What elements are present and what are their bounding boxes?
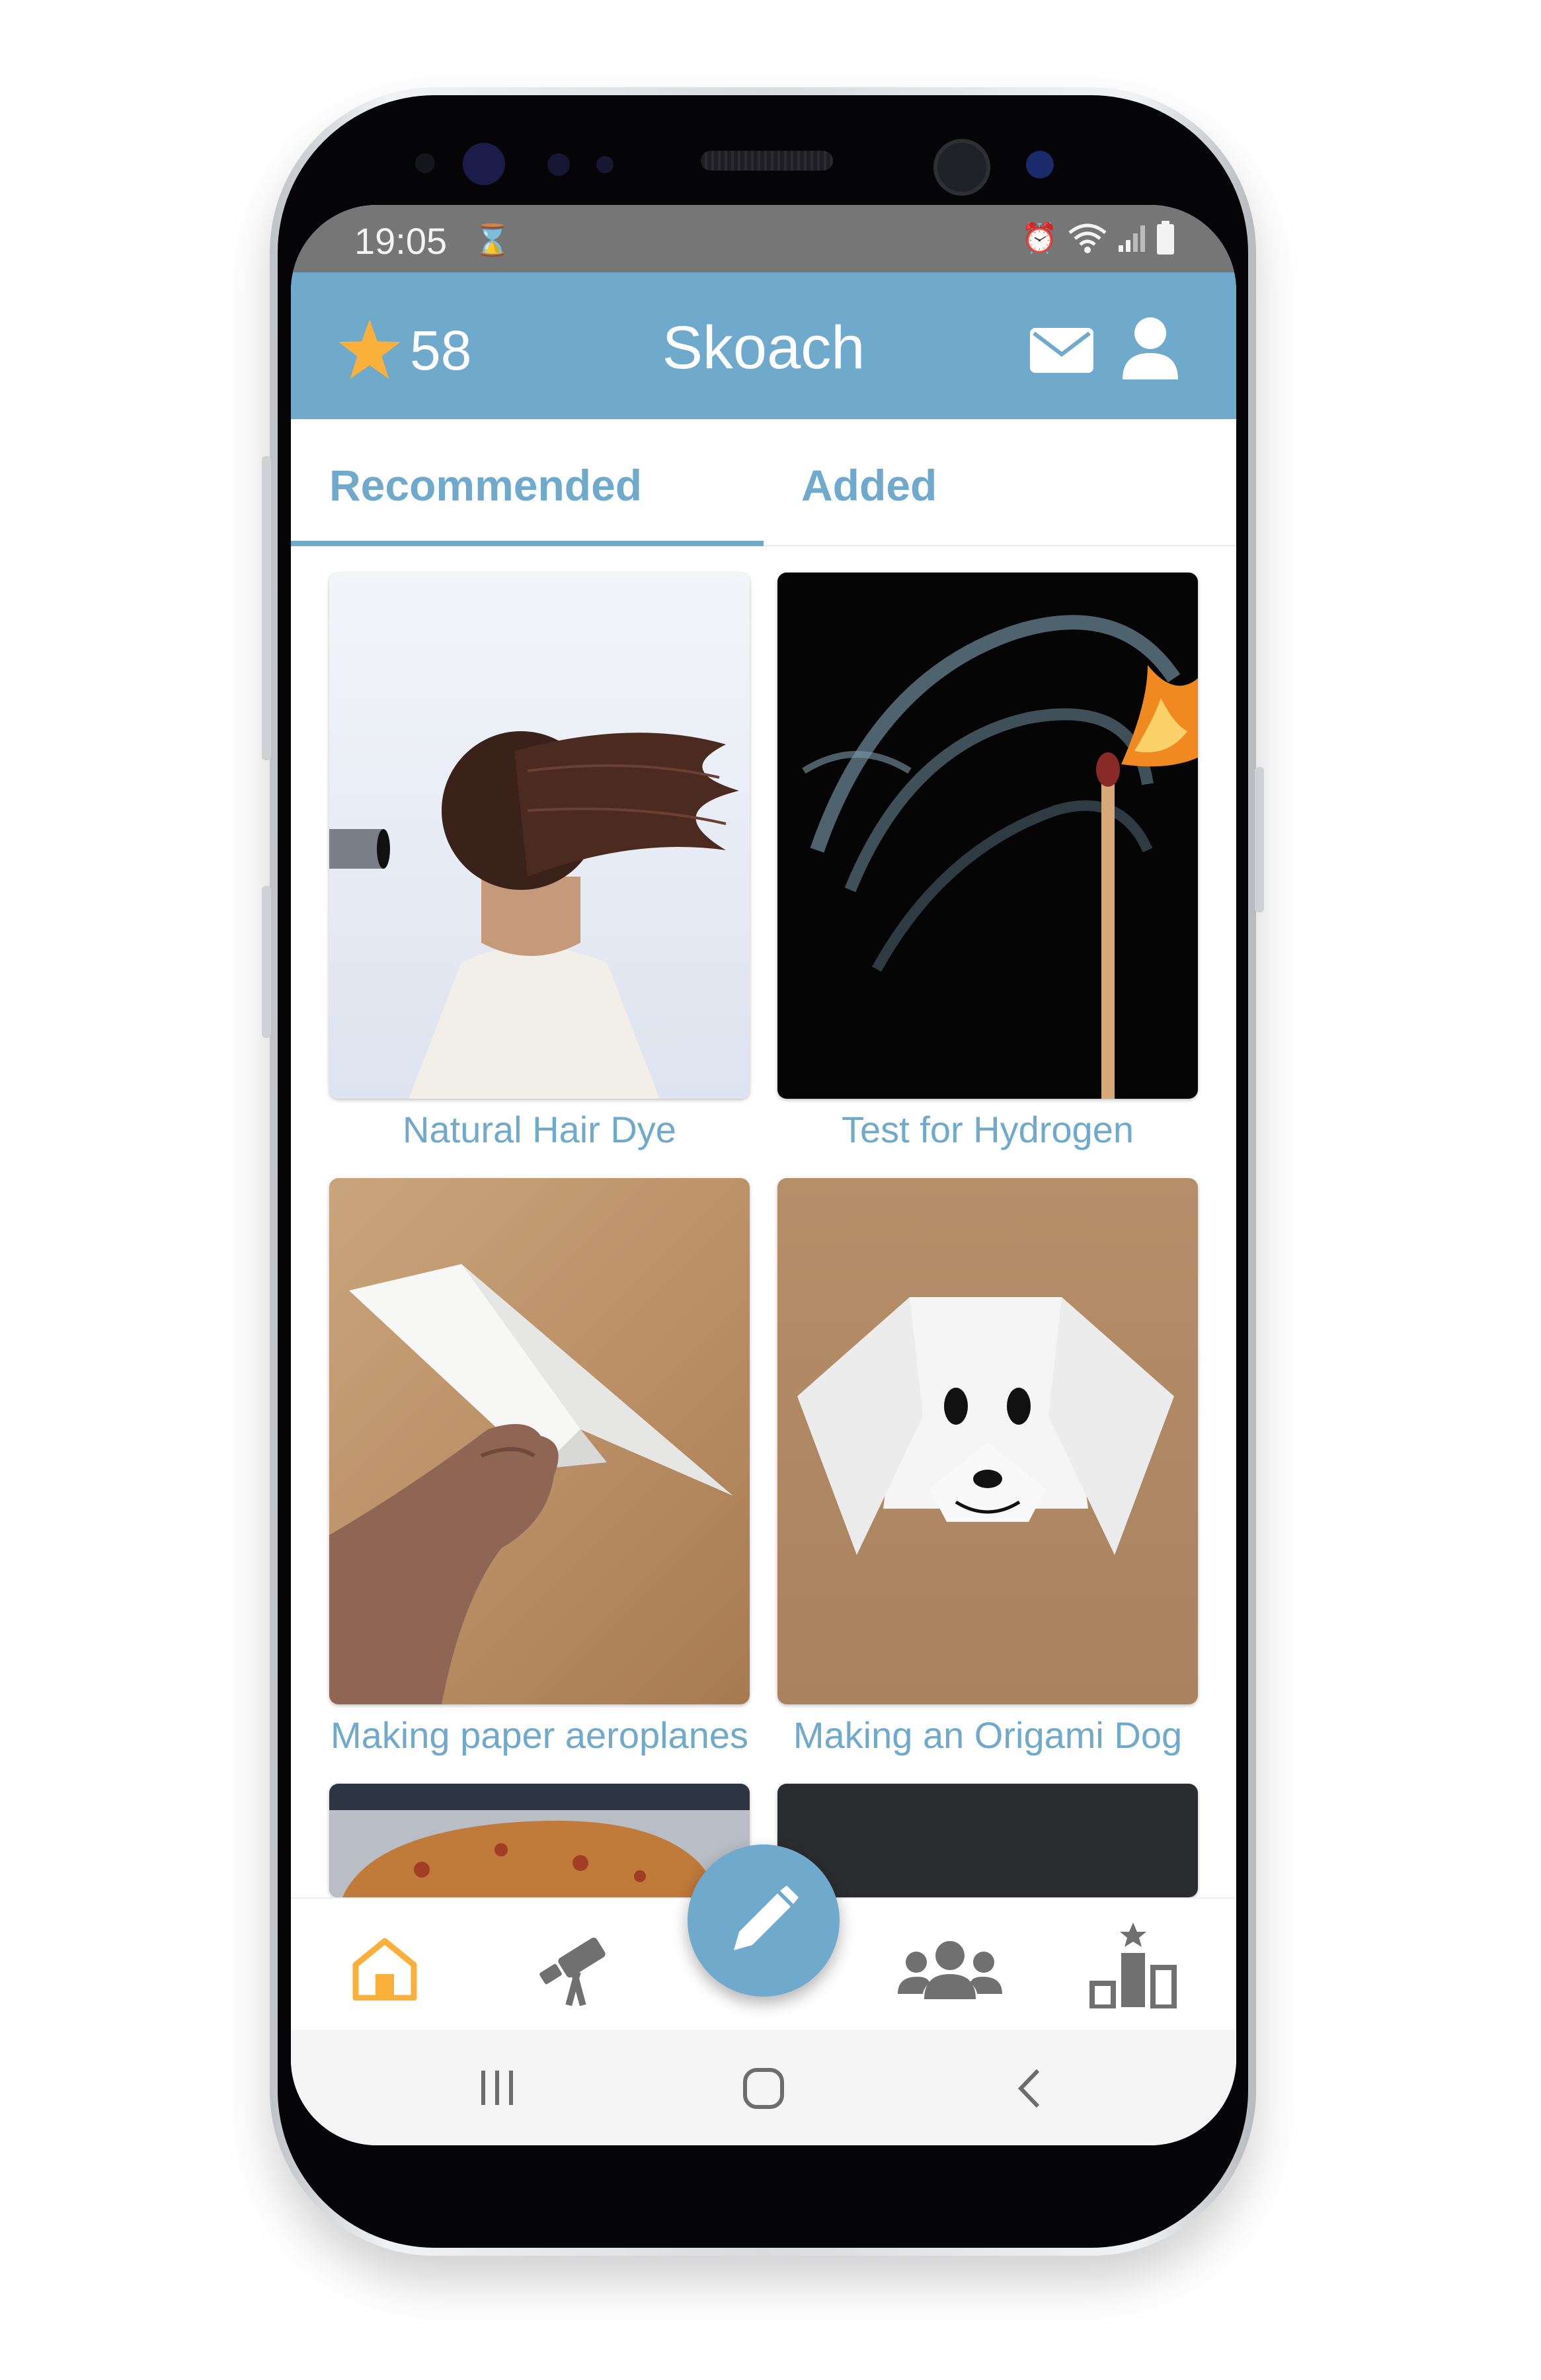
signal-icon (1119, 225, 1145, 252)
card-image (777, 1784, 1198, 1897)
home-button-icon[interactable] (742, 2067, 785, 2110)
iris-camera (463, 143, 505, 185)
sensor (415, 153, 435, 173)
battery-icon (1157, 221, 1174, 255)
card-making-an-origami-dog[interactable]: Making an Origami Dog (777, 1178, 1198, 1757)
tab-indicator (291, 541, 764, 546)
card-title: Natural Hair Dye (403, 1109, 676, 1150)
bixby-button (262, 886, 271, 1038)
create-fab-button[interactable] (688, 1844, 840, 1997)
card-making-paper-aeroplanes[interactable]: Making paper aeroplanes (329, 1178, 750, 1757)
user-icon[interactable] (1121, 316, 1179, 379)
card-title: Making paper aeroplanes (331, 1714, 748, 1756)
card-image (777, 1178, 1198, 1704)
system-nav-bar (291, 2030, 1236, 2145)
card-pizza[interactable] (329, 1784, 750, 1897)
card-image (777, 573, 1198, 1099)
power-button (1255, 767, 1264, 912)
tab-recommended[interactable]: Recommended (329, 460, 642, 510)
volume-button (262, 456, 271, 760)
sensor (1026, 151, 1054, 178)
card-title: Making an Origami Dog (793, 1714, 1183, 1756)
hourglass-icon: ⌛ (473, 223, 512, 257)
back-icon[interactable] (1014, 2067, 1043, 2110)
tab-added[interactable]: Added (801, 460, 937, 510)
card-image (329, 573, 750, 1099)
app-title: Skoach (662, 314, 865, 381)
group-icon[interactable] (898, 1938, 1002, 1999)
pencil-icon (734, 1885, 799, 1950)
tab-bar: Recommended Added (291, 419, 1236, 547)
card-natural-hair-dye[interactable]: Natural Hair Dye (329, 573, 750, 1151)
recent-apps-icon[interactable] (477, 2068, 517, 2108)
telescope-icon[interactable] (535, 1929, 615, 2007)
home-icon[interactable] (352, 1937, 418, 2001)
sensor (596, 156, 613, 173)
sensor (547, 153, 570, 176)
card-image (329, 1178, 750, 1704)
card-image (329, 1784, 750, 1897)
status-icons: ⏰ (1021, 221, 1175, 255)
status-time: 19:05 (354, 220, 448, 262)
status-bar: 19:05 ⌛ ⏰ (291, 205, 1236, 272)
card-dark[interactable] (777, 1784, 1198, 1897)
card-title: Test for Hydrogen (842, 1109, 1134, 1150)
app-bar: 58 Skoach (291, 272, 1236, 419)
card-test-for-hydrogen[interactable]: Test for Hydrogen (777, 573, 1198, 1151)
screen: 19:05 ⌛ ⏰ 58 Skoach Recommended Added Na… (291, 205, 1236, 2145)
front-camera (933, 139, 990, 196)
mail-icon[interactable] (1030, 328, 1093, 373)
wifi-icon (1068, 223, 1107, 253)
earpiece-speaker (701, 151, 833, 171)
leaderboard-icon[interactable] (1089, 1923, 1177, 2008)
alarm-icon: ⏰ (1021, 222, 1058, 255)
